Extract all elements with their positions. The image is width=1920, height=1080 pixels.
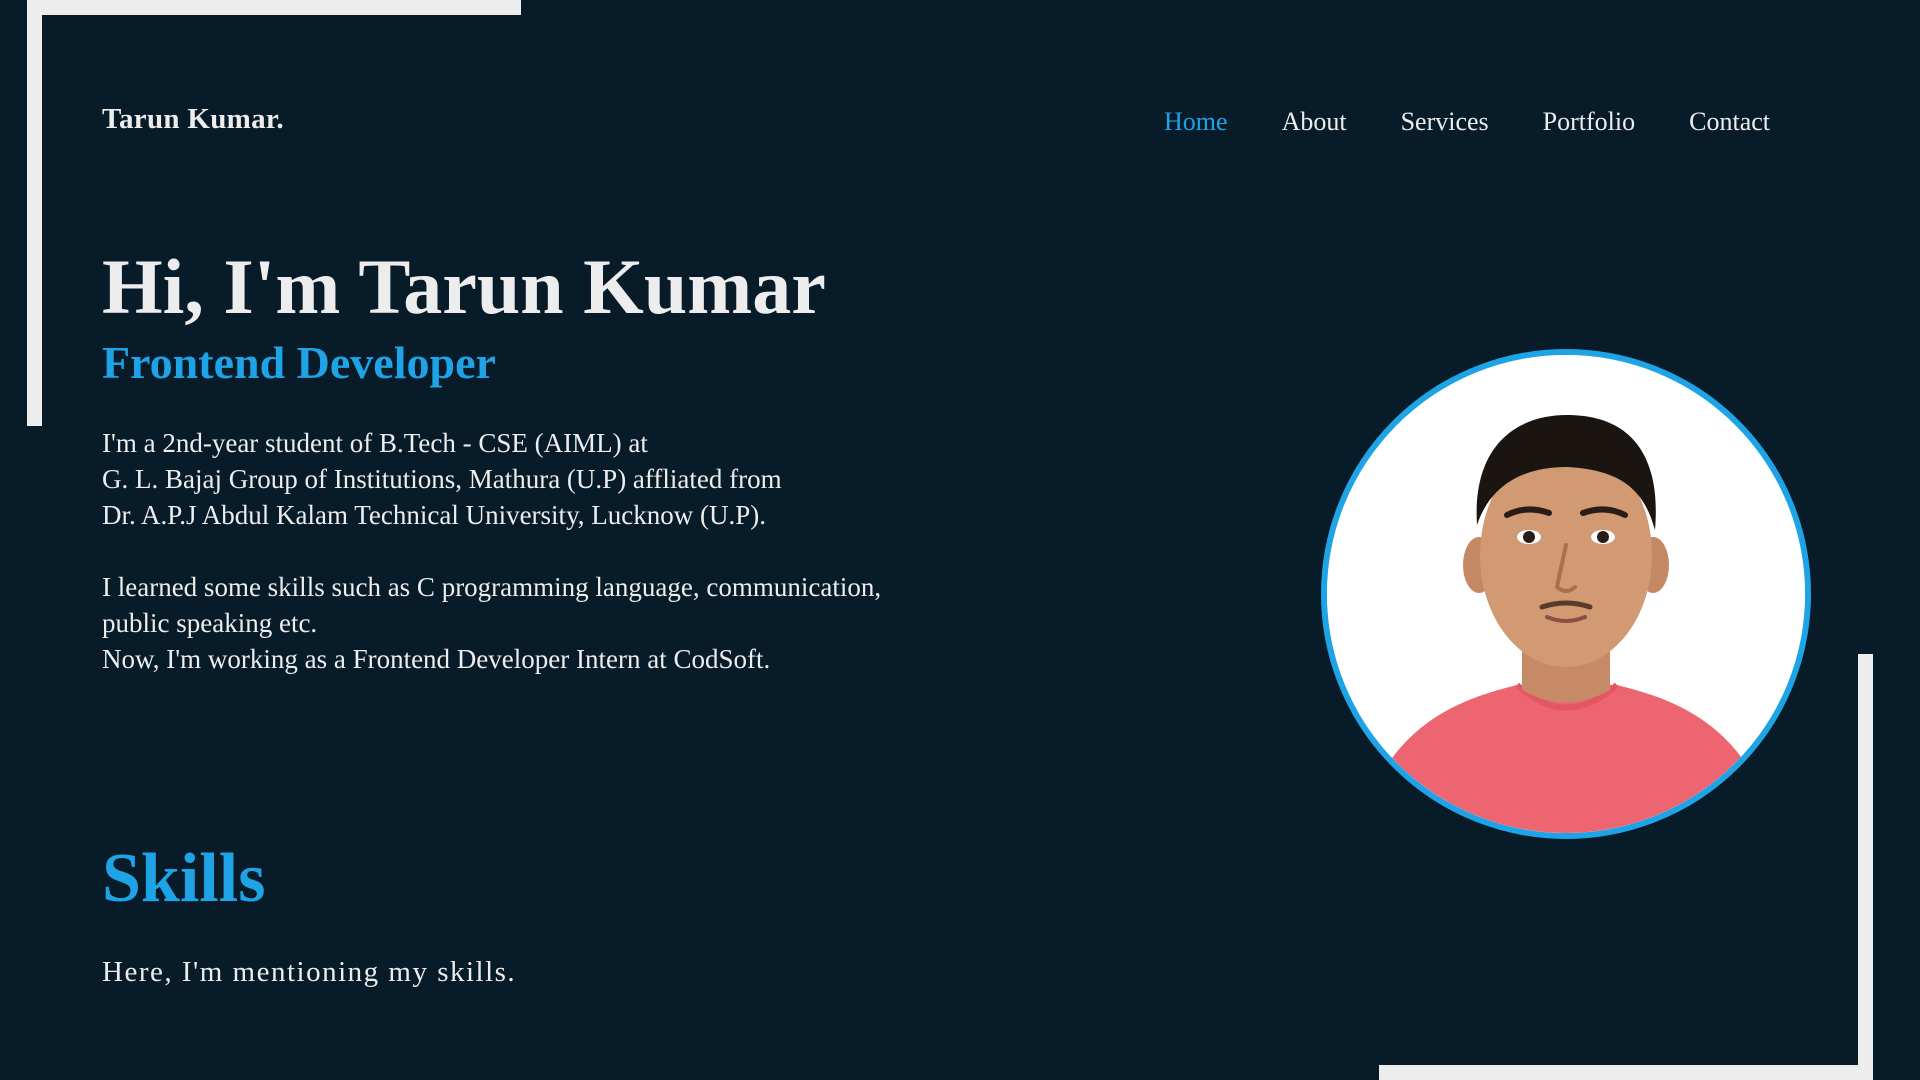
- profile-photo-illustration: [1327, 355, 1805, 833]
- nav-home[interactable]: Home: [1164, 107, 1228, 137]
- main-nav: Home About Services Portfolio Contact: [1110, 107, 1770, 137]
- frame-corner-bottom: [1379, 1065, 1873, 1080]
- skills-heading: Skills: [102, 840, 266, 917]
- bio-line: Dr. A.P.J Abdul Kalam Technical Universi…: [102, 500, 767, 530]
- bio-line: G. L. Bajaj Group of Institutions, Mathu…: [102, 464, 782, 494]
- nav-about[interactable]: About: [1282, 107, 1347, 137]
- nav-portfolio[interactable]: Portfolio: [1543, 107, 1635, 137]
- bio-line: public speaking etc.: [102, 608, 318, 638]
- hero-title: Hi, I'm Tarun Kumar: [102, 243, 826, 330]
- nav-services[interactable]: Services: [1401, 107, 1489, 137]
- bio-line: I learned some skills such as C programm…: [102, 572, 882, 602]
- nav-contact[interactable]: Contact: [1689, 107, 1770, 137]
- profile-photo: [1321, 349, 1811, 839]
- bio-line: Now, I'm working as a Frontend Developer…: [102, 644, 771, 674]
- frame-corner-right: [1858, 654, 1873, 1080]
- bio-line: I'm a 2nd-year student of B.Tech - CSE (…: [102, 428, 648, 458]
- frame-corner-top: [27, 0, 521, 15]
- site-logo[interactable]: Tarun Kumar.: [102, 103, 284, 136]
- skills-subtitle: Here, I'm mentioning my skills.: [102, 956, 517, 988]
- frame-corner-left: [27, 0, 42, 426]
- hero-role: Frontend Developer: [102, 337, 496, 388]
- hero-bio: I'm a 2nd-year student of B.Tech - CSE (…: [102, 425, 1062, 677]
